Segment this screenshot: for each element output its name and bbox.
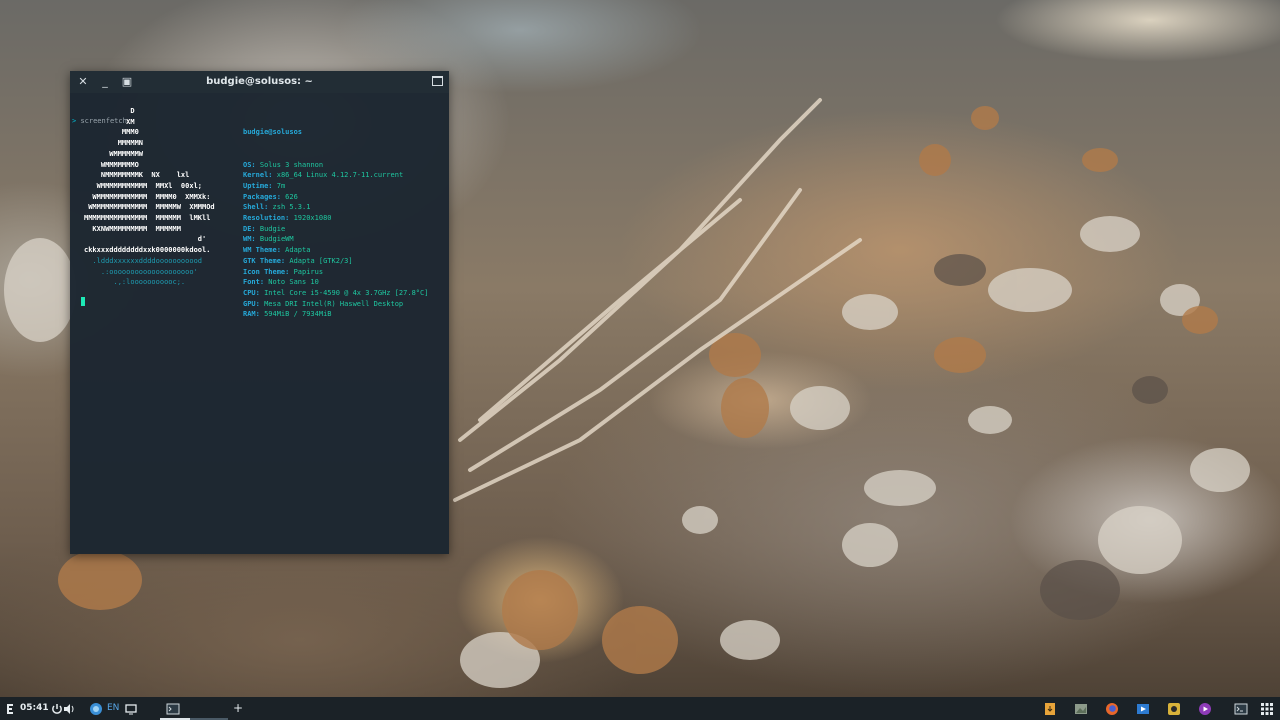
info-key: Font: [243, 278, 265, 287]
ascii-art-line: WMMMMMMMMMMM MMXl 00xl; [84, 181, 203, 190]
video-icon[interactable] [1136, 701, 1150, 715]
info-key: WM: [243, 235, 256, 244]
info-value: Adapta [280, 246, 311, 255]
terminal-cursor [81, 297, 85, 306]
info-key: GTK Theme: [243, 256, 286, 265]
info-value: x86_64 Linux 4.12.7-11.current [272, 171, 404, 180]
bottom-panel: 05:41 EN + [0, 697, 1280, 720]
terminal-task-icon [166, 701, 180, 715]
info-value: 594MiB / 7934MiB [259, 310, 332, 319]
firefox-icon[interactable] [1105, 701, 1119, 715]
terminal-window[interactable]: ✕ _ ▣ budgie@solusos: ~ > screenfetch D … [70, 71, 449, 554]
ascii-art-line: WMMMMMMW [84, 149, 144, 158]
ascii-art-line: MMMMMN [84, 139, 144, 148]
new-workspace-button[interactable]: + [233, 697, 243, 720]
rhythmbox-icon[interactable] [1167, 701, 1181, 715]
ascii-art-line: .,:looooooooooc;. [84, 278, 186, 287]
system-info-row: Packages: 626 [243, 192, 428, 203]
ascii-art-line: MMM0 [84, 128, 139, 137]
app-grid-icon[interactable] [1260, 701, 1274, 715]
info-key: CPU: [243, 288, 260, 297]
system-info-row: GTK Theme: Adapta [GTK2/3] [243, 256, 428, 267]
info-value: Adapta [GTK2/3] [285, 256, 353, 265]
ascii-art-line: ckkxxxddddddddxxk0000000kdool. [84, 246, 211, 255]
prompt-arrow: > [72, 117, 77, 126]
window-titlebar[interactable]: ✕ _ ▣ budgie@solusos: ~ [70, 71, 449, 93]
info-value: Solus 3 shannon [255, 160, 324, 169]
new-tab-icon[interactable] [432, 76, 443, 86]
system-info-row: CPU: Intel Core i5-4590 @ 4x 3.7GHz [27.… [243, 288, 428, 299]
ascii-art-line: WMMMMMMMMMMMMM MMMMMW XMMMOd [84, 203, 215, 212]
volume-icon[interactable] [62, 701, 76, 715]
info-value: zsh 5.3.1 [268, 203, 311, 212]
ascii-art-line: .ldddxxxxxxddddooooooooood [84, 256, 203, 265]
info-value: Noto Sans 10 [264, 278, 319, 287]
info-value: 7m [272, 181, 286, 190]
app-menu-icon[interactable] [3, 701, 17, 715]
panel-clock[interactable]: 05:41 [20, 697, 49, 720]
info-key: Kernel: [243, 171, 273, 180]
notifications-icon[interactable] [124, 701, 138, 715]
system-info-row: Shell: zsh 5.3.1 [243, 202, 428, 213]
ascii-art-line: d' [84, 235, 207, 244]
info-value: Papirus [289, 267, 324, 276]
ascii-art-line: WMMMMMMMMMMMM MMMM0 XMMXk: [84, 192, 211, 201]
info-key: OS: [243, 160, 256, 169]
system-info-row: Icon Theme: Papirus [243, 267, 428, 278]
media-player-icon[interactable] [1198, 701, 1212, 715]
info-value: BudgieWM [255, 235, 294, 244]
info-value: 1920x1080 [289, 214, 332, 223]
terminal-output[interactable]: > screenfetch D XM MMM0 MMMMMN WMMMMMMW … [72, 95, 447, 552]
info-key: WM Theme: [243, 246, 281, 255]
info-value: Budgie [255, 224, 286, 233]
terminal-icon[interactable] [1234, 701, 1248, 715]
info-key: Shell: [243, 203, 269, 212]
system-info-row: Font: Noto Sans 10 [243, 277, 428, 288]
info-key: GPU: [243, 299, 260, 308]
system-info-row: GPU: Mesa DRI Intel(R) Haswell Desktop [243, 299, 428, 310]
ascii-art-line: MMMMMMMMMMMMMMM MMMMMM lMKll [84, 214, 211, 223]
ascii-art-line: KXNWMMMMMMMMM MMMMMM [84, 224, 181, 233]
system-info-row: Resolution: 1920x1080 [243, 213, 428, 224]
ascii-art-line: D [84, 107, 135, 115]
ascii-art-line: .:oooooooooooooooooooo' [84, 267, 198, 276]
system-info-row: DE: Budgie [243, 224, 428, 235]
info-key: DE: [243, 224, 256, 233]
system-info-row: Uptime: 7m [243, 181, 428, 192]
system-info-list: budgie@solusos OS: Solus 3 shannon Kernel… [243, 106, 428, 320]
taskbar-terminal-item[interactable] [160, 697, 228, 720]
system-info-row: OS: Solus 3 shannon [243, 160, 428, 171]
info-value: Mesa DRI Intel(R) Haswell Desktop [259, 299, 404, 308]
info-key: Icon Theme: [243, 267, 290, 276]
distro-logo-ascii: D XM MMM0 MMMMMN WMMMMMMW WMMMMMMMO NMMM… [84, 106, 215, 288]
network-icon[interactable] [89, 701, 103, 715]
system-info-row: RAM: 594MiB / 7934MiB [243, 309, 428, 320]
info-key: Resolution: [243, 214, 290, 223]
info-value: Intel Core i5-4590 @ 4x 3.7GHz [27.8°C] [259, 288, 429, 297]
info-key: RAM: [243, 310, 260, 319]
info-key: Uptime: [243, 181, 273, 190]
ascii-art-line: WMMMMMMMO [84, 160, 139, 169]
language-indicator[interactable]: EN [107, 697, 119, 720]
window-title: budgie@solusos: ~ [206, 76, 313, 87]
image-viewer-icon[interactable] [1074, 701, 1088, 715]
system-info-row: WM Theme: Adapta [243, 245, 428, 256]
system-info-row: WM: BudgieWM [243, 234, 428, 245]
ascii-art-line: NMMMMMMMMK NX lxl [84, 171, 190, 180]
ascii-art-line: XM [84, 117, 135, 126]
info-key: Packages: [243, 192, 281, 201]
user-host: budgie@solusos [243, 128, 303, 137]
system-info-row: Kernel: x86_64 Linux 4.12.7-11.current [243, 170, 428, 181]
download-icon[interactable] [1043, 701, 1057, 715]
info-value: 626 [280, 192, 298, 201]
